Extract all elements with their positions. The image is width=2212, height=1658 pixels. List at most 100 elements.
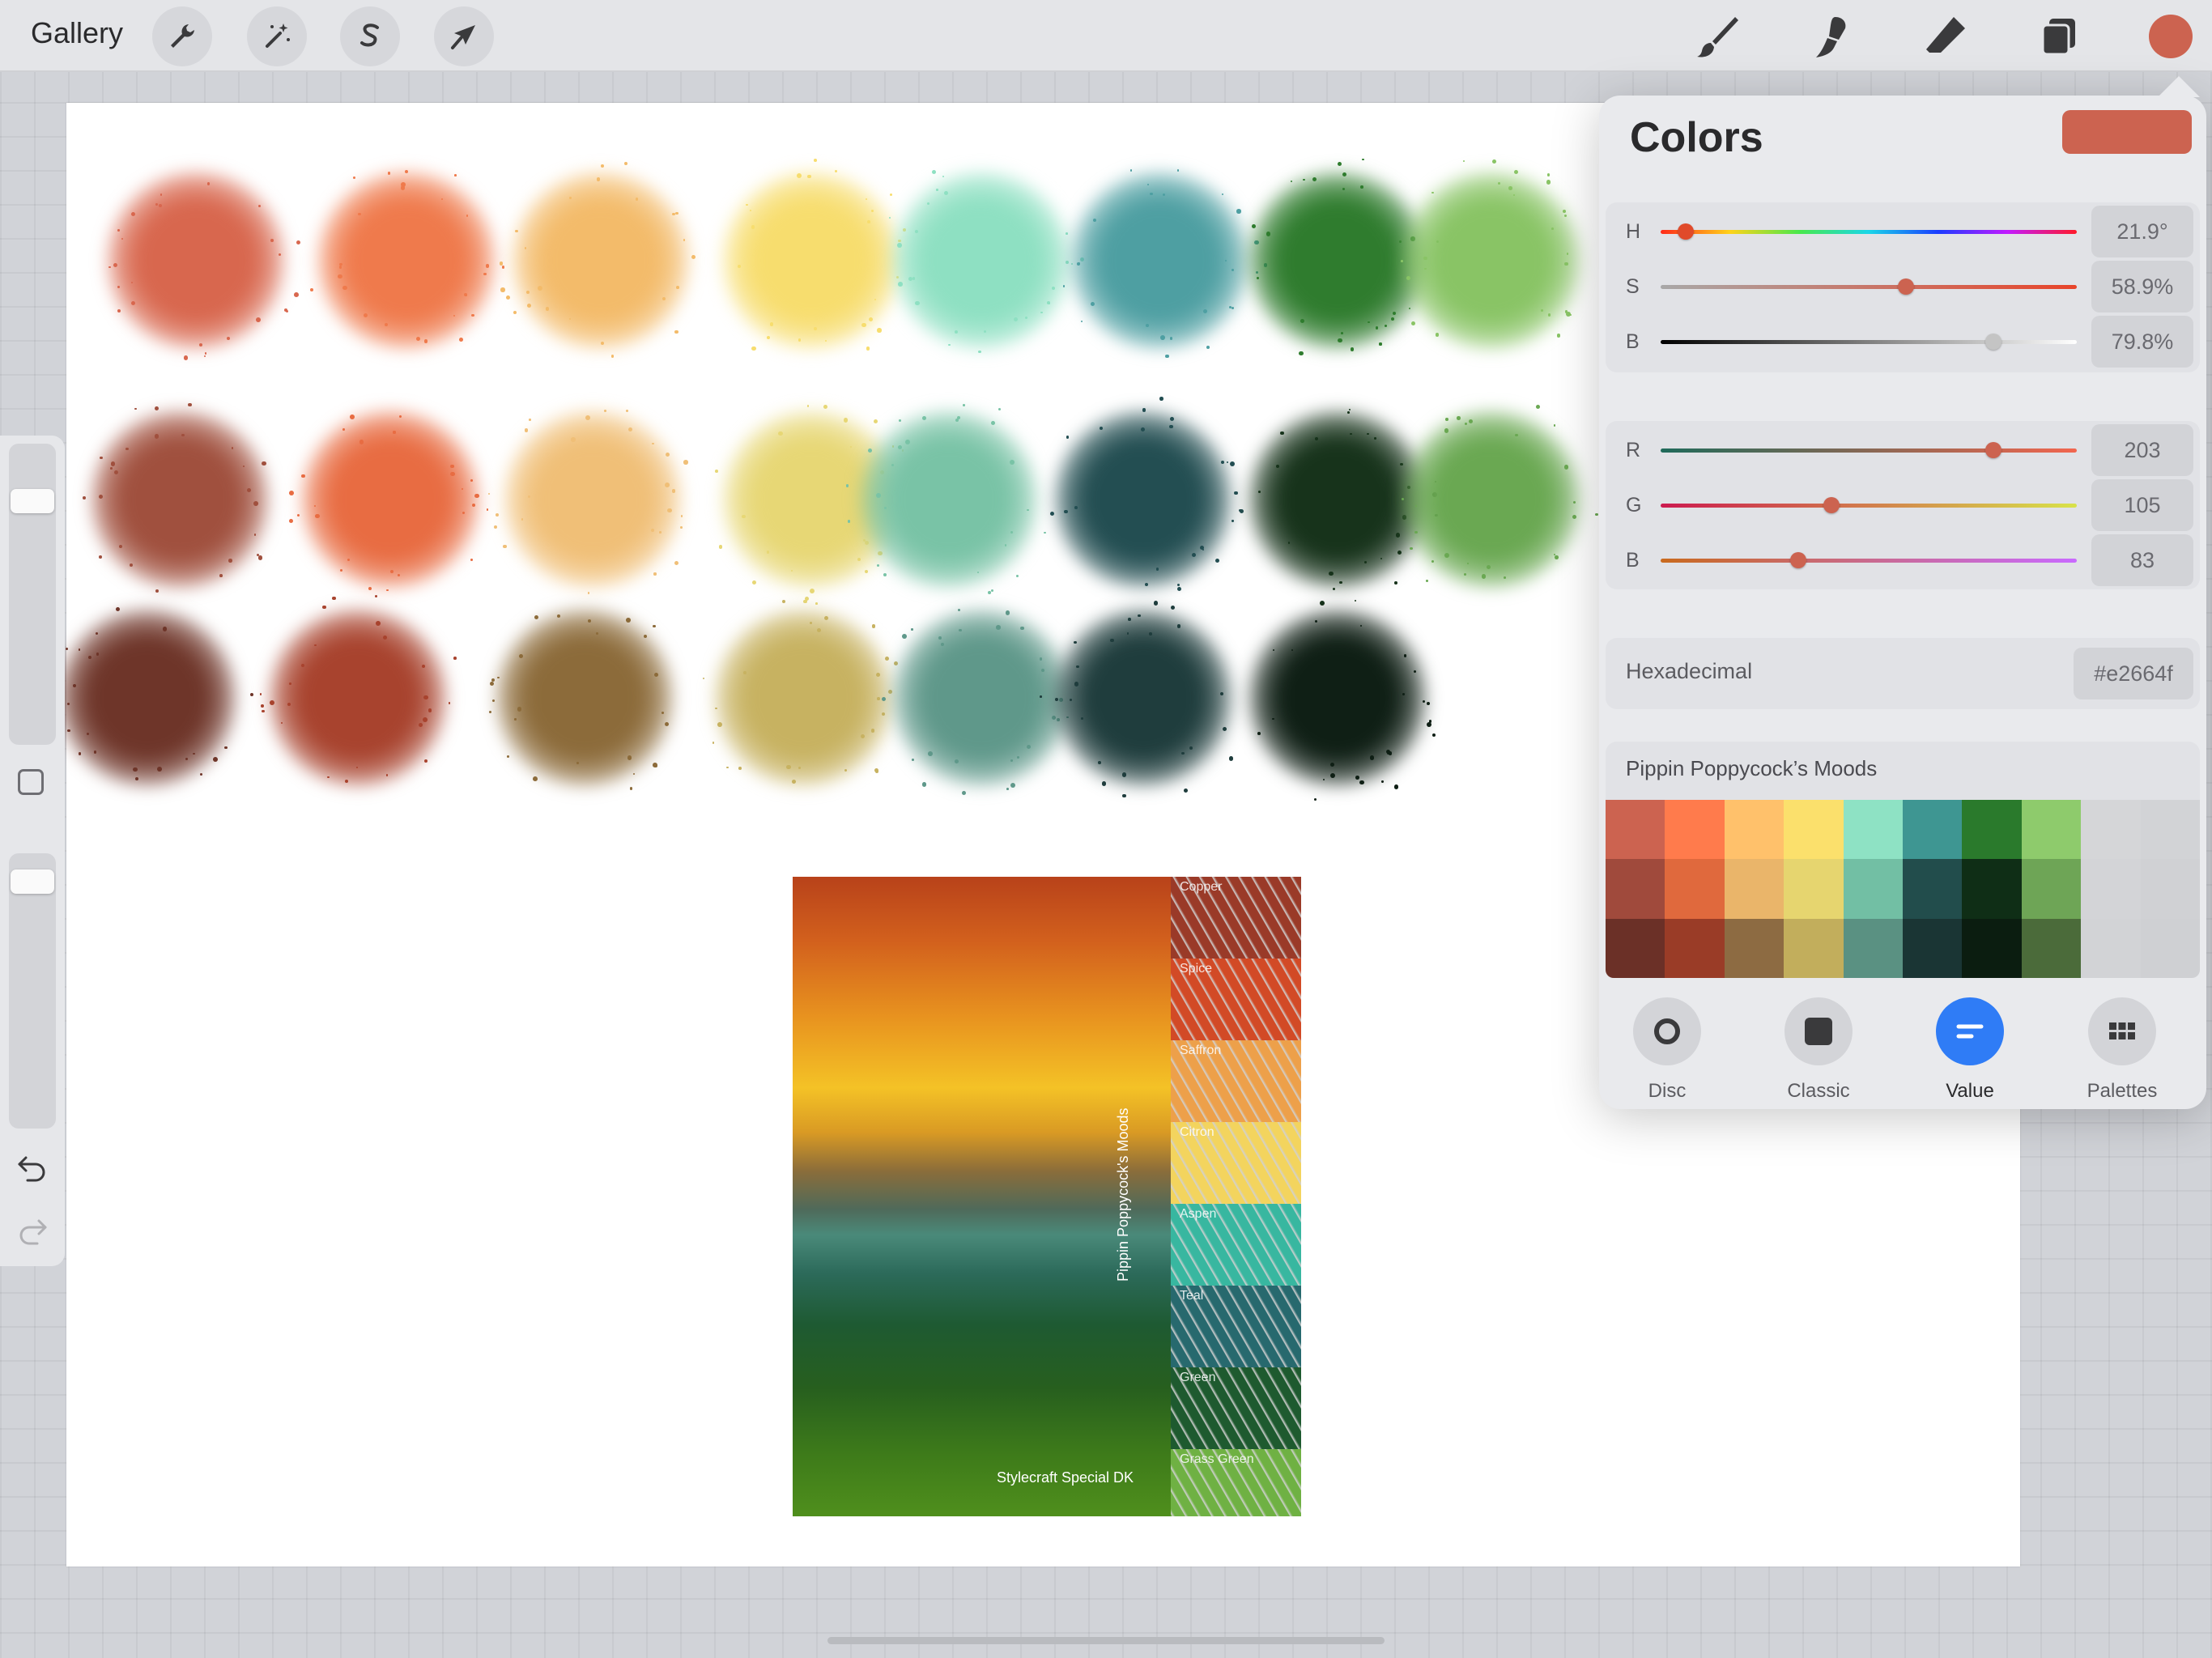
value-field[interactable]: 105 [2091, 479, 2193, 531]
palette-cell[interactable] [2140, 859, 2200, 919]
opacity-slider[interactable] [9, 853, 56, 1129]
paint-speck [874, 769, 878, 773]
palette-cell[interactable] [1903, 859, 1963, 919]
selection-s-icon[interactable] [340, 6, 400, 66]
eraser-icon[interactable] [1919, 10, 1972, 63]
palette-cell[interactable] [2081, 918, 2141, 978]
paint-speck [629, 787, 633, 790]
paint-speck [871, 623, 876, 628]
slider-knob[interactable] [1898, 278, 1915, 295]
palette-cell[interactable] [1606, 859, 1665, 919]
current-color-swatch[interactable] [2062, 110, 2192, 154]
paint-speck [113, 470, 118, 475]
paint-speck [368, 586, 372, 590]
palette-cell[interactable] [1784, 800, 1844, 860]
reference-image: Copper Spice Saffron Citron Aspen Teal Green Gr… [793, 877, 1301, 1516]
layers-icon[interactable] [2032, 10, 2086, 63]
palette-cell[interactable] [1962, 800, 2022, 860]
redo-icon[interactable] [15, 1213, 50, 1248]
paint-speck [746, 203, 748, 206]
paint-speck [866, 346, 870, 351]
palette-cell[interactable] [1724, 918, 1784, 978]
transform-arrow-icon[interactable] [434, 6, 494, 66]
mode-classic[interactable]: Classic [1770, 997, 1867, 1103]
value-field[interactable]: 58.9% [2091, 261, 2193, 312]
slider-knob[interactable] [1823, 497, 1840, 513]
sliders-icon [1936, 997, 2004, 1065]
palette-cell[interactable] [1843, 918, 1903, 978]
paint-speck [1397, 551, 1402, 555]
paint-speck [424, 759, 428, 763]
brush-size-thumb[interactable] [11, 489, 54, 513]
paint-speck [781, 600, 785, 604]
value-field[interactable]: 203 [2091, 424, 2193, 476]
slider-track[interactable] [1661, 285, 2077, 289]
paint-speck [792, 780, 796, 784]
palette-cell[interactable] [1724, 859, 1784, 919]
paint-speck [674, 560, 679, 566]
hex-input[interactable]: #e2664f [2074, 648, 2193, 699]
palette-cell[interactable] [1665, 918, 1725, 978]
value-field[interactable]: 83 [2091, 534, 2193, 586]
palette-cell[interactable] [1665, 859, 1725, 919]
palette-cell[interactable] [2021, 859, 2082, 919]
undo-icon[interactable] [15, 1150, 50, 1185]
slider-track[interactable] [1661, 340, 2077, 344]
paint-swatch [1249, 410, 1427, 589]
mode-value[interactable]: Value [1921, 997, 2018, 1103]
palette-cell[interactable] [1843, 800, 1903, 860]
palette-cell[interactable] [1903, 918, 1963, 978]
magic-wand-icon[interactable] [247, 6, 307, 66]
paint-speck [399, 414, 402, 418]
palette-cell[interactable] [1724, 800, 1784, 860]
mode-disc[interactable]: Disc [1619, 997, 1716, 1103]
paint-speck [1159, 398, 1163, 402]
palette-cell[interactable] [2081, 800, 2141, 860]
paint-speck [680, 515, 683, 517]
palette-cell[interactable] [1665, 800, 1725, 860]
slider-track[interactable] [1661, 559, 2077, 563]
palette-cell[interactable] [2140, 918, 2200, 978]
slider-track[interactable] [1661, 230, 2077, 234]
palette-cell[interactable] [1784, 918, 1844, 978]
paint-speck [948, 344, 951, 346]
slider-track[interactable] [1661, 504, 2077, 508]
rgb-sliders-group: R 203 G 105 B 83 [1606, 421, 2200, 589]
mode-label: Value [1946, 1080, 1994, 1102]
value-field[interactable]: 21.9° [2091, 206, 2193, 257]
paint-speck [601, 164, 605, 168]
palette-cell[interactable] [1606, 800, 1665, 860]
palette-cell[interactable] [2021, 918, 2082, 978]
gallery-button[interactable]: Gallery [31, 16, 123, 50]
opacity-thumb[interactable] [11, 869, 54, 894]
paint-speck [1299, 351, 1304, 356]
palette-cell[interactable] [2081, 859, 2141, 919]
current-color-button[interactable] [2149, 15, 2193, 58]
palette-name: Pippin Poppycock’s Moods [1626, 756, 1878, 780]
value-field[interactable]: 79.8% [2091, 316, 2193, 368]
wrench-icon[interactable] [152, 6, 212, 66]
paint-speck [1234, 491, 1238, 495]
slider-knob[interactable] [1789, 552, 1806, 568]
modify-button[interactable] [18, 769, 44, 795]
paint-speck [300, 663, 304, 668]
brush-icon[interactable] [1691, 10, 1744, 63]
slider-knob[interactable] [1677, 223, 1694, 240]
paint-swatch [1249, 609, 1427, 787]
palette-cell[interactable] [1962, 918, 2022, 978]
paint-speck [296, 240, 301, 245]
palette-cell[interactable] [1606, 918, 1665, 978]
palette-cell[interactable] [2021, 800, 2082, 860]
slider-knob[interactable] [1985, 334, 2002, 350]
palette-cell[interactable] [1843, 859, 1903, 919]
palette-cell[interactable] [1784, 859, 1844, 919]
paint-speck [257, 555, 263, 561]
palette-cell[interactable] [1962, 859, 2022, 919]
slider-knob[interactable] [1985, 442, 2002, 458]
palette-cell[interactable] [1903, 800, 1963, 860]
smudge-icon[interactable] [1806, 10, 1859, 63]
paint-speck [1546, 173, 1551, 176]
mode-palettes[interactable]: Palettes [2074, 997, 2171, 1103]
palette-cell[interactable] [2140, 800, 2200, 860]
slider-track[interactable] [1661, 449, 2077, 453]
